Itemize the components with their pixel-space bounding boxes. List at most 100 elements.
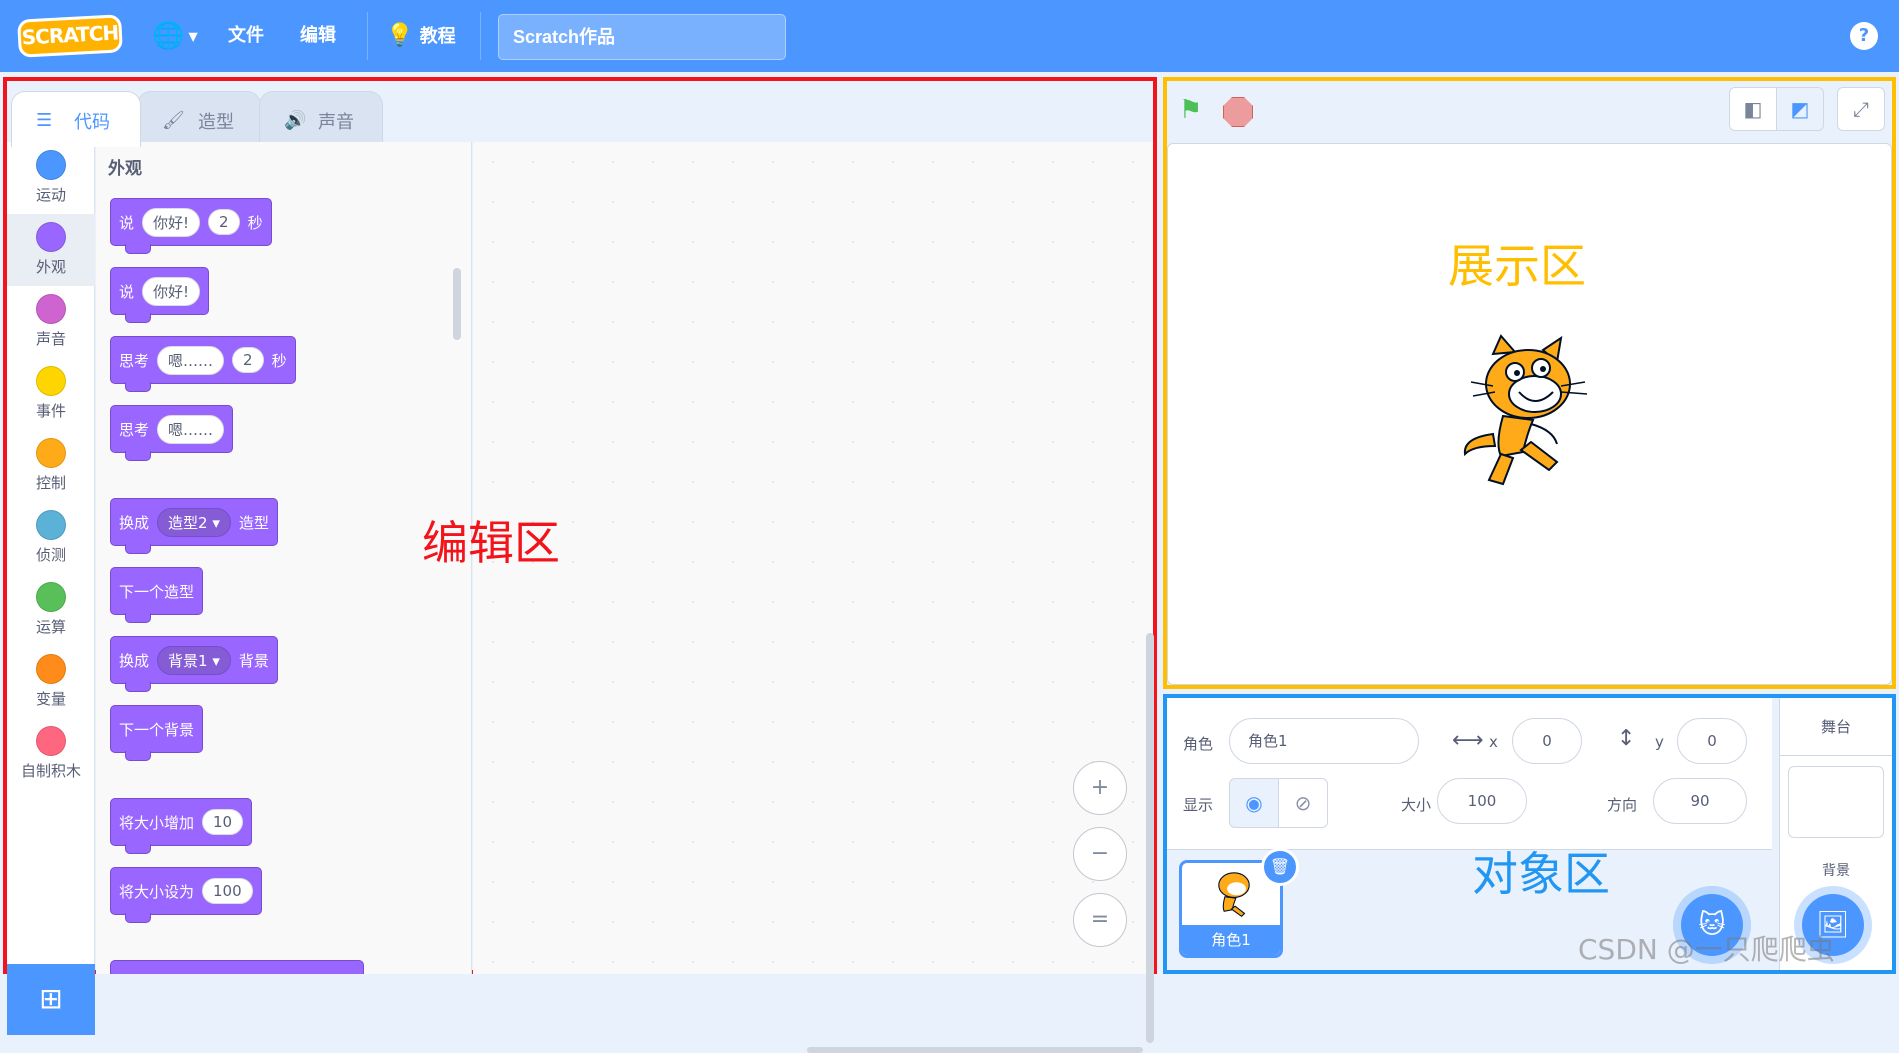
scratch-logo[interactable]: SCRATCH: [17, 14, 123, 58]
cat-sprite[interactable]: [1453, 334, 1603, 494]
menu-bar: SCRATCH 🌐 ▼ 文件 编辑 💡 教程 Scratch作品 ?: [0, 0, 1899, 72]
category-operators[interactable]: 运算: [7, 574, 95, 646]
block-text: 秒: [247, 213, 263, 232]
x-arrows-icon: ⟷: [1452, 728, 1484, 753]
dropdown-value: 背景1: [168, 651, 208, 670]
block-input[interactable]: 2: [232, 347, 264, 373]
category-events[interactable]: 事件: [7, 358, 95, 430]
backdrops-label: 背景: [1822, 863, 1850, 879]
category-dot: [36, 654, 66, 684]
think-for-secs-block[interactable]: 思考 嗯…… 2 秒: [110, 336, 296, 392]
tutorials-menu[interactable]: 💡 教程: [386, 0, 456, 72]
category-sensing[interactable]: 侦测: [7, 502, 95, 574]
block-text: 将大小设为: [119, 882, 195, 901]
category-motion[interactable]: 运动: [7, 142, 95, 214]
green-flag-icon[interactable]: ⚑: [1179, 95, 1202, 125]
say-for-secs-block[interactable]: 说 你好! 2 秒: [110, 198, 272, 254]
block-input[interactable]: 2: [208, 209, 240, 235]
say-block[interactable]: 说 你好!: [110, 267, 210, 323]
block-input[interactable]: 100: [202, 878, 253, 904]
category-menu: 运动 外观 声音 事件 控制 侦测 运算 变量 自制积木 ⊞: [7, 142, 95, 1035]
stage-canvas[interactable]: 展示区: [1167, 143, 1892, 685]
edit-menu[interactable]: 编辑: [300, 0, 336, 72]
backdrop-dropdown[interactable]: 背景1 ▾: [157, 645, 231, 675]
category-dot: [36, 510, 66, 540]
switch-costume-block[interactable]: 换成 造型2 ▾ 造型: [110, 498, 278, 554]
tab-costumes[interactable]: 🖌 造型: [137, 91, 261, 147]
project-title-input[interactable]: Scratch作品: [498, 14, 786, 60]
category-dot: [36, 222, 66, 252]
set-size-block[interactable]: 将大小设为 100: [110, 867, 262, 923]
language-globe-icon[interactable]: 🌐 ▼: [152, 0, 198, 72]
zoom-in-button[interactable]: +: [1073, 761, 1127, 815]
tab-costumes-label: 造型: [198, 112, 234, 133]
block-text: 将大小增加: [119, 813, 195, 832]
code-editor-area: ☰ 代码 🖌 造型 🔊 声音 运动 外观 声音 事件 控制 侦测 运算 变量 自…: [3, 77, 1157, 1053]
costume-dropdown[interactable]: 造型2 ▾: [157, 507, 231, 537]
size-label: 大小: [1401, 796, 1432, 814]
small-stage-button[interactable]: ◧: [1729, 87, 1777, 131]
zoom-in-icon: +: [1090, 775, 1110, 800]
csdn-watermark: CSDN @一只爬爬虫: [1578, 933, 1835, 966]
tab-code[interactable]: ☰ 代码: [11, 91, 141, 147]
help-icon[interactable]: ?: [1850, 22, 1878, 50]
speaker-icon: 🔊: [284, 110, 307, 131]
brush-icon: 🖌: [162, 110, 185, 131]
next-costume-block[interactable]: 下一个造型: [110, 567, 204, 623]
block-input[interactable]: 嗯……: [157, 345, 225, 375]
extension-icon: ⊞: [39, 982, 63, 1015]
delete-sprite-button[interactable]: 🗑: [1261, 848, 1299, 886]
switch-backdrop-block[interactable]: 换成 背景1 ▾ 背景: [110, 636, 278, 692]
zoom-out-icon: −: [1090, 841, 1110, 866]
zoom-reset-button[interactable]: =: [1073, 893, 1127, 947]
partial-block[interactable]: [110, 960, 364, 974]
sprite-thumbnail-cat-icon: [1218, 872, 1250, 918]
think-block[interactable]: 思考 嗯……: [110, 405, 234, 461]
fullscreen-icon: ⤢: [1853, 97, 1869, 121]
next-backdrop-block[interactable]: 下一个背景: [110, 705, 204, 761]
block-input[interactable]: 10: [202, 809, 244, 835]
tutorials-label: 教程: [419, 26, 456, 47]
add-extension-button[interactable]: ⊞: [7, 964, 95, 1035]
palette-scrollbar[interactable]: [453, 268, 461, 340]
stop-icon[interactable]: [1223, 97, 1253, 127]
tab-sounds[interactable]: 🔊 声音: [259, 91, 383, 147]
direction-label: 方向: [1607, 796, 1638, 814]
block-input[interactable]: 你好!: [142, 207, 201, 237]
change-size-block[interactable]: 将大小增加 10: [110, 798, 253, 854]
eye-slash-icon: ⊘: [1294, 791, 1312, 815]
block-text: 秒: [271, 351, 287, 370]
show-hidden-button[interactable]: ⊘: [1278, 778, 1328, 828]
normal-stage-button[interactable]: ◩: [1776, 87, 1824, 131]
block-text: 思考: [119, 420, 150, 439]
file-menu[interactable]: 文件: [228, 0, 264, 72]
show-visible-button[interactable]: ◉: [1229, 778, 1279, 828]
y-input[interactable]: 0: [1677, 718, 1747, 764]
category-dot: [36, 150, 66, 180]
category-looks[interactable]: 外观: [7, 214, 95, 286]
x-input[interactable]: 0: [1512, 718, 1582, 764]
y-label: y: [1655, 733, 1664, 751]
zoom-out-button[interactable]: −: [1073, 827, 1127, 881]
small-stage-icon: ◧: [1743, 97, 1763, 121]
category-variables[interactable]: 变量: [7, 646, 95, 718]
category-my-blocks[interactable]: 自制积木: [7, 718, 95, 790]
sprite-info-panel: 角色 角色1 ⟷ x 0 ↕ y 0 显示 ◉ ⊘ 大小 100 方向 90: [1167, 698, 1772, 850]
block-text: 换成: [119, 513, 150, 532]
workspace-horizontal-scrollbar[interactable]: [807, 1047, 1143, 1053]
sprite-name-input[interactable]: 角色1: [1229, 718, 1419, 764]
script-workspace[interactable]: [473, 142, 1153, 974]
lightbulb-icon: 💡: [386, 23, 414, 48]
size-input[interactable]: 100: [1437, 778, 1527, 824]
workspace-vertical-scrollbar[interactable]: [1146, 633, 1154, 1043]
block-input[interactable]: 你好!: [142, 276, 201, 306]
fullscreen-button[interactable]: ⤢: [1837, 87, 1885, 131]
category-dot: [36, 294, 66, 324]
category-dot: [36, 726, 66, 756]
block-input[interactable]: 嗯……: [157, 414, 225, 444]
category-sound[interactable]: 声音: [7, 286, 95, 358]
category-control[interactable]: 控制: [7, 430, 95, 502]
category-label: 变量: [35, 690, 66, 708]
dropdown-value: 造型2: [168, 513, 208, 532]
direction-input[interactable]: 90: [1653, 778, 1747, 824]
